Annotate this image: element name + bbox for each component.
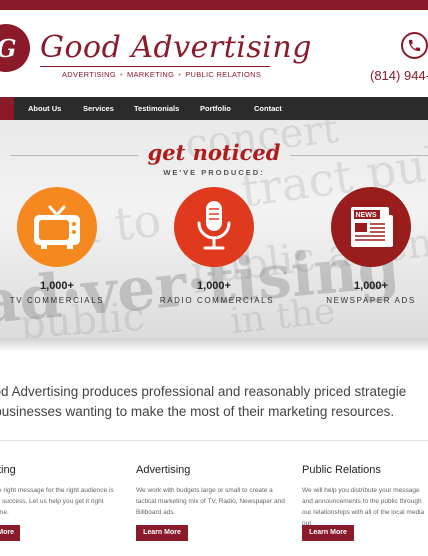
nav-services[interactable]: Services bbox=[83, 97, 114, 120]
intro-line-1: ood Advertising produces professional an… bbox=[0, 384, 407, 399]
nav-portfolio[interactable]: Portfolio bbox=[200, 97, 231, 120]
svg-text:NEWS: NEWS bbox=[356, 212, 377, 219]
hero-banner: concert tract publ sed to ad·ver·tising … bbox=[0, 120, 428, 338]
col-public-relations-button[interactable]: Learn More bbox=[302, 525, 354, 541]
main-nav: About Us Services Testimonials Portfolio… bbox=[0, 97, 428, 120]
hero-title: get noticed bbox=[147, 140, 281, 165]
nav-contact[interactable]: Contact bbox=[254, 97, 282, 120]
logo-icon[interactable]: G bbox=[0, 24, 30, 72]
col-advertising-text: We work with budgets large or small to c… bbox=[136, 487, 285, 516]
col-public-relations-text: We will help you distribute your message… bbox=[302, 487, 425, 527]
col-public-relations-title: Public Relations bbox=[302, 464, 381, 476]
newspaper-count: 1,000+ bbox=[354, 280, 388, 292]
brand-name[interactable]: Good Advertising bbox=[40, 30, 312, 65]
phone-icon[interactable] bbox=[401, 32, 428, 59]
col-marketing-text: e right message for the right audience i… bbox=[0, 487, 114, 516]
tagline: ADVERTISING • MARKETING • PUBLIC RELATIONS bbox=[62, 70, 262, 79]
tagline-public-relations: PUBLIC RELATIONS bbox=[185, 70, 262, 79]
brand-underline bbox=[40, 66, 270, 67]
nav-home-active[interactable] bbox=[0, 97, 14, 120]
col-advertising-button[interactable]: Learn More bbox=[136, 525, 188, 541]
intro-text: ood Advertising produces professional an… bbox=[0, 382, 428, 422]
site-header: G Good Advertising ADVERTISING•MARKETING… bbox=[0, 10, 428, 97]
tagline-marketing: MARKETING bbox=[126, 70, 175, 79]
col-marketing-title: ting bbox=[0, 464, 16, 476]
col-marketing-button[interactable]: More bbox=[0, 525, 20, 541]
nav-testimonials[interactable]: Testimonials bbox=[134, 97, 179, 120]
col-advertising-title: Advertising bbox=[136, 464, 191, 476]
logo-letter: G bbox=[0, 34, 17, 63]
hero-subtitle: WE'VE PRODUCED: bbox=[163, 168, 265, 177]
top-accent-bar bbox=[0, 0, 428, 10]
nav-about-us[interactable]: About Us bbox=[28, 97, 61, 120]
newspaper-icon: NEWS bbox=[331, 187, 411, 267]
tv-icon bbox=[17, 187, 97, 267]
newspaper-label: NEWSPAPER ADS bbox=[326, 296, 416, 305]
microphone-icon bbox=[174, 187, 254, 267]
tagline-advertising: ADVERTISING bbox=[62, 70, 117, 79]
phone-number[interactable]: (814) 944- bbox=[370, 68, 428, 83]
radio-label: RADIO COMMERCIALS bbox=[159, 296, 275, 305]
intro-line-2: r businesses wanting to make the most of… bbox=[0, 404, 395, 419]
radio-count: 1,000+ bbox=[197, 280, 231, 292]
section-divider bbox=[0, 440, 428, 441]
tv-label: TV COMMERCIALS bbox=[9, 296, 105, 305]
tv-count: 1,000+ bbox=[40, 280, 74, 292]
hero-shadow bbox=[0, 338, 428, 352]
